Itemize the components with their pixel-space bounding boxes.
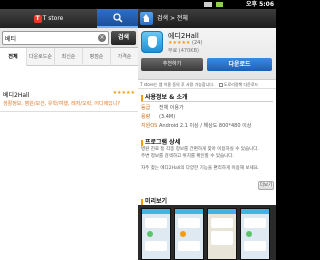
search-button[interactable]: 검색 (111, 31, 136, 45)
filter-tab-all[interactable]: 전체 (0, 48, 27, 66)
info-value: (3.4M) (159, 114, 176, 120)
recommend-button[interactable]: 추천하기 (141, 58, 203, 71)
search-icon (112, 13, 123, 23)
rating-count: (24) (192, 40, 203, 46)
search-input[interactable]: 베티 × (2, 31, 109, 45)
filter-tabs: 전체 다운로드순 최신순 평점순 가격순 (0, 48, 138, 66)
store-note: T store는 앱 이용 동의 후 사용 가능합니다. 도로리정책 다운로드 (138, 80, 276, 89)
download-button[interactable]: 다운로드 (207, 58, 272, 71)
rating-stars: ★★★★★ (112, 90, 135, 96)
filter-tab-downloads[interactable]: 다운로드순 (27, 48, 55, 66)
section-title-preview: 미리보기 (141, 196, 167, 205)
home-icon[interactable] (140, 12, 153, 25)
info-row: 용량 (3.4M) (141, 113, 273, 121)
breadcrumb: 검색 > 전체 (157, 15, 188, 22)
filter-tab-latest[interactable]: 최신순 (55, 48, 83, 66)
preview-screenshot[interactable] (207, 208, 237, 260)
preview-strip[interactable] (138, 205, 276, 260)
info-table: 등급 전체 이용가 용량 (3.4M) 지원OS Android 2.1 이상 / 해… (141, 101, 273, 134)
result-description: 생활정보, 병원/보건, 유학/여행, 레저/오락, 어디에있니? (3, 101, 121, 107)
checkbox-icon[interactable] (218, 83, 223, 87)
preview-screenshot[interactable] (174, 208, 204, 260)
status-bar: 오후 5:06 (138, 0, 276, 9)
rating-stars: ★★★★★ (168, 40, 191, 46)
clear-icon[interactable]: × (98, 34, 106, 42)
info-value: 전체 이용가 (159, 105, 184, 111)
info-row: 등급 전체 이용가 (141, 104, 273, 112)
top-tabs: TT store (0, 9, 138, 28)
store-note-option[interactable]: 도로리정책 다운로드 (224, 82, 258, 87)
header: 검색 > 전체 (138, 9, 276, 28)
search-screen: TT store 베티 × 검색 전체 다운로드순 최신순 평점순 가격순 베디… (0, 0, 138, 260)
status-bar (0, 0, 138, 9)
info-label: 등급 (141, 105, 151, 111)
intro-line: 주변 정보를 검색하고 위치를 확인할 수 있습니다. (141, 154, 234, 159)
app-rating: ★★★★★ (24) (168, 40, 202, 46)
more-button[interactable]: 더보기 (258, 181, 274, 190)
result-title: 베디2Hall (3, 92, 30, 99)
app-price-size: 무료 (470KB) (168, 48, 199, 54)
info-label: 용량 (141, 114, 151, 120)
filter-tab-rating[interactable]: 평점순 (83, 48, 111, 66)
intro-line: 자주 찾는 에디2Hall의 다양한 기능을 편리하게 이용해 보세요. (141, 166, 260, 171)
tab-search[interactable] (97, 9, 138, 28)
intro-line: 병원 진료 등 각종 정보를 간편하게 찾아 이용하실 수 있습니다. (141, 147, 259, 152)
battery-icon (216, 2, 223, 7)
tab-store[interactable]: TT store (0, 9, 97, 28)
search-input-value: 베티 (5, 36, 17, 43)
tab-store-label: T store (42, 15, 64, 22)
preview-screenshot[interactable] (141, 208, 171, 260)
status-time: 오후 5:06 (245, 1, 274, 8)
section-title-info: 사용정보 & 소개 (141, 92, 188, 101)
signal-icon (204, 2, 212, 7)
info-label: 지원OS (141, 123, 158, 129)
list-item[interactable]: 베디2Hall ★★★★★ 생활정보, 병원/보건, 유학/여행, 레저/오락,… (0, 88, 138, 112)
app-detail-screen: 오후 5:06 검색 > 전체 에디2Hall ★★★★★ (24) 무료 (4… (138, 0, 276, 260)
app-summary: 에디2Hall ★★★★★ (24) 무료 (470KB) 추천하기 다운로드 (138, 28, 276, 80)
preview-screenshot[interactable] (240, 208, 270, 260)
filter-tab-price[interactable]: 가격순 (111, 48, 138, 66)
intro-text: 병원 진료 등 각종 정보를 간편하게 찾아 이용하실 수 있습니다. 주변 정… (141, 146, 273, 184)
info-value: Android 2.1 이상 / 해상도 800*480 이상 (159, 123, 252, 129)
tstore-logo-icon: T (33, 14, 42, 23)
store-note-text: T store는 앱 이용 동의 후 사용 가능합니다. (140, 82, 215, 87)
search-bar: 베티 × 검색 (0, 28, 138, 48)
section-title-intro: 프로그램 상세 (141, 137, 180, 146)
info-row: 지원OS Android 2.1 이상 / 해상도 800*480 이상 (141, 122, 273, 130)
app-icon (141, 31, 163, 53)
